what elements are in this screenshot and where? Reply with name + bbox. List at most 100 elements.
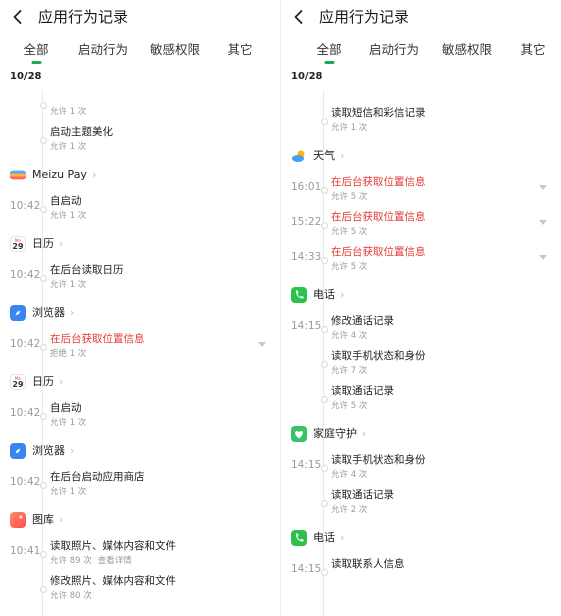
- tab-other[interactable]: 其它: [227, 40, 252, 60]
- back-arrow-icon[interactable]: [8, 7, 28, 27]
- app-name-text: 日历: [32, 375, 54, 388]
- behavior-entry: 10:42 自启动 允许 1 次: [0, 191, 280, 227]
- entry-time: 10:41: [10, 545, 41, 557]
- behavior-entry: 15:22 在后台获取位置信息 允许 5 次: [281, 207, 561, 243]
- chevron-right-icon: ›: [340, 531, 345, 544]
- behavior-entry: 14:15 读取手机状态和身份 允许 4 次: [281, 450, 561, 486]
- app-name: 电话 ›: [313, 287, 344, 303]
- app-name: 家庭守护 ›: [313, 426, 366, 442]
- chevron-down-icon[interactable]: [258, 342, 266, 347]
- behavior-name: 在后台获取位置信息: [331, 246, 426, 258]
- behavior-entry: 允许 1 次: [0, 90, 280, 123]
- timeline-dot: [321, 187, 328, 194]
- header: 应用行为记录: [0, 0, 280, 34]
- permission-count-text: 允许 89 次: [50, 556, 92, 566]
- page-title: 应用行为记录: [319, 8, 410, 26]
- timeline-dot: [40, 482, 47, 489]
- chevron-right-icon: ›: [70, 306, 75, 319]
- behavior-entry: 启动主题美化 允许 1 次: [0, 122, 280, 158]
- permission-count: 允许 2 次: [331, 504, 367, 516]
- tab-label: 全部: [23, 42, 49, 57]
- app-group-header[interactable]: Mo 29 日历 ›: [0, 233, 280, 255]
- chevron-right-icon: ›: [70, 444, 75, 457]
- chevron-right-icon: ›: [362, 427, 367, 440]
- tab-indicator: [323, 61, 334, 64]
- permission-count-text: 允许 7 次: [331, 366, 368, 376]
- app-name-text: 家庭守护: [313, 427, 357, 440]
- behavior-name: 在后台获取位置信息: [331, 211, 426, 223]
- date-header: 10/28: [10, 71, 42, 82]
- view-details-link[interactable]: 查看详情: [98, 556, 132, 566]
- app-name: 日历 ›: [32, 374, 63, 390]
- app-group-header[interactable]: Meizu Pay ›: [0, 164, 280, 186]
- behavior-name: 读取照片、媒体内容和文件: [50, 540, 176, 552]
- tab-launch[interactable]: 启动行为: [78, 40, 128, 60]
- permission-count-text: 允许 4 次: [331, 470, 368, 480]
- timeline-dot: [321, 396, 328, 403]
- app-group-header[interactable]: 家庭守护 ›: [281, 423, 561, 445]
- behavior-entry: 10:42 在后台启动应用商店 允许 1 次: [0, 467, 280, 503]
- behavior-name: 修改通话记录: [331, 315, 394, 327]
- permission-count: 拒绝 1 次: [50, 348, 86, 360]
- meizu-pay-icon: [10, 170, 26, 180]
- tab-all[interactable]: 全部: [23, 40, 49, 64]
- timeline-dot: [40, 137, 47, 144]
- entry-time: 10:42: [10, 200, 41, 212]
- app-group-header[interactable]: 电话 ›: [281, 527, 561, 549]
- permission-count: 允许 89 次查看详情: [50, 555, 132, 567]
- tab-launch[interactable]: 启动行为: [369, 40, 419, 60]
- permission-count: 允许 4 次: [331, 469, 367, 481]
- screen-right: 应用行为记录 全部 启动行为 敏感权限 其它 10/28 读取短信和彩信记录 允许…: [281, 0, 561, 616]
- tab-sensitive[interactable]: 敏感权限: [150, 40, 200, 60]
- chevron-down-icon[interactable]: [539, 255, 547, 260]
- timeline-dot: [40, 102, 47, 109]
- permission-count-text: 允许 1 次: [331, 123, 368, 133]
- permission-count-text: 拒绝 1 次: [50, 349, 87, 359]
- app-group-header[interactable]: 浏览器 ›: [0, 302, 280, 324]
- chevron-right-icon: ›: [340, 288, 345, 301]
- date-header: 10/28: [291, 71, 323, 82]
- tab-sensitive[interactable]: 敏感权限: [442, 40, 492, 60]
- behavior-name: 在后台获取位置信息: [50, 333, 145, 345]
- app-group-header[interactable]: 天气 ›: [281, 145, 561, 167]
- timeline-dot: [40, 551, 47, 558]
- tab-other[interactable]: 其它: [520, 40, 545, 60]
- chevron-down-icon[interactable]: [539, 220, 547, 225]
- app-group-header[interactable]: 图库 ›: [0, 509, 280, 531]
- app-group-header[interactable]: 浏览器 ›: [0, 440, 280, 462]
- chevron-right-icon: ›: [91, 168, 97, 181]
- permission-count: 允许 4 次: [331, 330, 367, 342]
- chevron-down-icon[interactable]: [539, 185, 547, 190]
- behavior-entry: 10:42 在后台读取日历 允许 1 次: [0, 260, 280, 296]
- tab-all[interactable]: 全部: [316, 40, 342, 64]
- tab-indicator: [30, 61, 41, 64]
- timeline-dot: [40, 206, 47, 213]
- tab-bar: 全部 启动行为 敏感权限 其它: [281, 40, 561, 66]
- behavior-entry: 14:15 读取联系人信息: [281, 554, 561, 590]
- browser-icon: [10, 443, 26, 459]
- behavior-name: 读取联系人信息: [331, 558, 405, 570]
- app-name-text: 日历: [32, 237, 54, 250]
- weather-icon: [291, 148, 307, 164]
- entry-time: 14:33: [291, 251, 322, 263]
- behavior-entry: 修改照片、媒体内容和文件 允许 80 次: [0, 571, 280, 607]
- chevron-right-icon: ›: [59, 375, 64, 388]
- entry-time: 14:15: [291, 320, 322, 332]
- app-group-header[interactable]: 电话 ›: [281, 284, 561, 306]
- app-name: 日历 ›: [32, 236, 63, 252]
- entry-time: 10:42: [10, 269, 41, 281]
- app-name-text: 电话: [313, 288, 335, 301]
- timeline-dot: [321, 257, 328, 264]
- permission-count: 允许 5 次: [331, 191, 367, 203]
- behavior-name: 在后台读取日历: [50, 264, 124, 276]
- timeline-dot: [40, 586, 47, 593]
- timeline-dot: [321, 118, 328, 125]
- entry-time: 10:42: [10, 407, 41, 419]
- permission-count: 允许 80 次: [50, 590, 92, 602]
- back-arrow-icon[interactable]: [289, 7, 309, 27]
- phone-icon: [291, 530, 307, 546]
- behavior-name: 读取手机状态和身份: [331, 454, 426, 466]
- app-name: 图库 ›: [32, 512, 63, 528]
- permission-count-text: 允许 1 次: [50, 211, 87, 221]
- app-group-header[interactable]: Mo 29 日历 ›: [0, 371, 280, 393]
